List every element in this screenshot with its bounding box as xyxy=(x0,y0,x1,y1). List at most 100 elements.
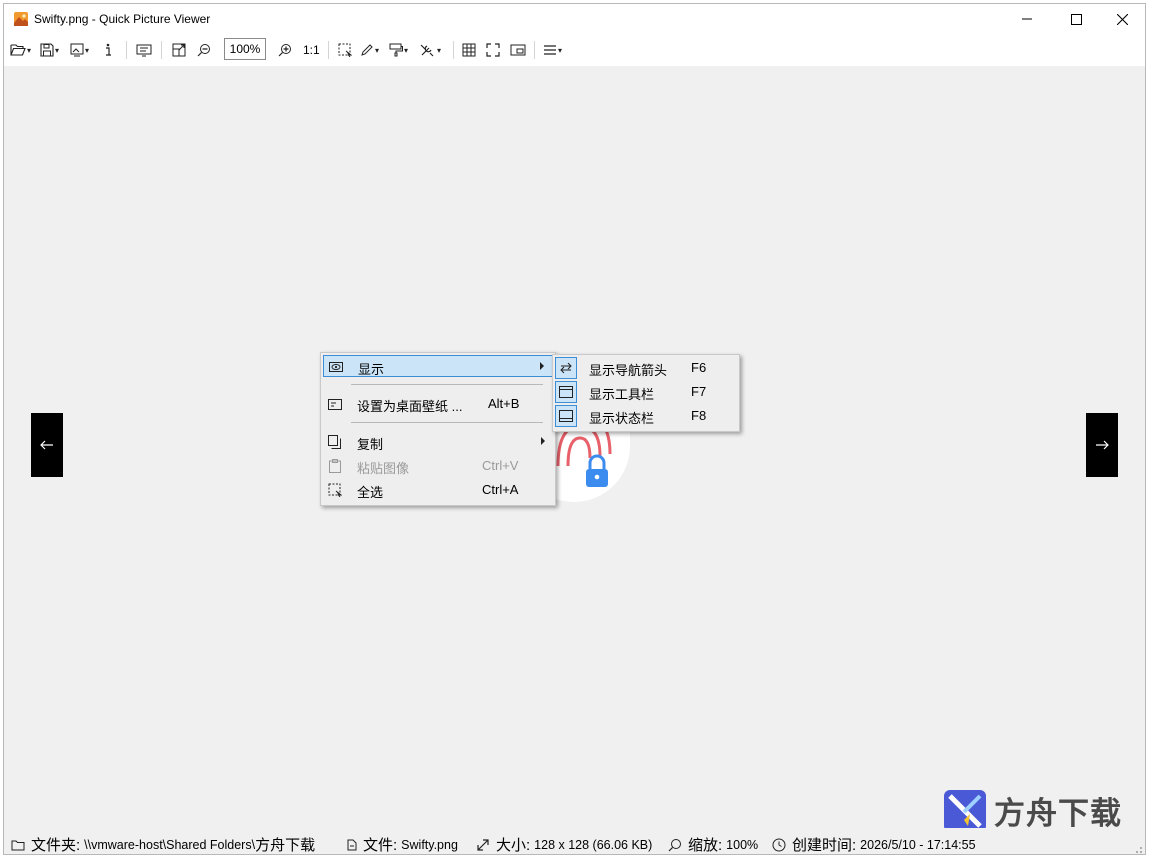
close-icon xyxy=(1116,13,1128,25)
select-all-icon xyxy=(327,482,343,498)
window-title: Swifty.png - Quick Picture Viewer xyxy=(34,12,211,26)
slideshow-icon xyxy=(136,44,152,57)
menu-separator xyxy=(351,384,543,385)
select-icon xyxy=(338,43,352,57)
wallpaper-button[interactable]: ▾ xyxy=(70,40,89,60)
resize-icon xyxy=(477,838,489,851)
status-folder[interactable]: 文件夹: \\vmware-host\Shared Folders\ 方舟下载 xyxy=(11,834,316,854)
maximize-button[interactable] xyxy=(1053,4,1099,34)
menu-item-label: 显示状态栏 xyxy=(589,411,655,426)
menu-item-copy[interactable]: 复制 xyxy=(323,431,553,453)
open-folder-icon xyxy=(10,44,26,56)
status-folder-label: 文件夹: xyxy=(31,837,81,854)
zoom-out-button[interactable] xyxy=(197,40,211,60)
submenu-item-show-toolbar[interactable]: 显示工具栏 F7 xyxy=(579,381,737,403)
picture-in-picture-icon xyxy=(510,44,526,56)
menu-item-label: 显示导航箭头 xyxy=(589,363,668,378)
swap-arrows-icon xyxy=(555,357,577,379)
close-button[interactable] xyxy=(1099,4,1145,34)
menu-button[interactable]: ▾ xyxy=(543,40,562,60)
menu-item-label: 复制 xyxy=(357,437,384,452)
open-button[interactable]: ▾ xyxy=(10,40,31,60)
status-created-label: 创建时间: xyxy=(792,837,857,854)
fit-icon xyxy=(172,43,186,57)
menu-icon xyxy=(544,45,556,55)
submenu-item-show-statusbar[interactable]: 显示状态栏 F8 xyxy=(579,405,737,427)
copy-icon xyxy=(327,434,343,450)
actual-size-button[interactable]: 1:1 xyxy=(303,43,320,57)
status-size-label: 大小: xyxy=(496,837,531,854)
fullscreen-button[interactable] xyxy=(486,40,500,60)
toolbar-window-icon xyxy=(555,381,577,403)
app-window: Swifty.png - Quick Picture Viewer ▾ ▾ ▾ xyxy=(3,3,1146,855)
previous-image-button[interactable] xyxy=(31,413,63,477)
menu-item-paste-image[interactable]: 粘贴图像 Ctrl+V xyxy=(323,455,553,477)
status-zoom-value: 100% xyxy=(726,837,759,852)
menu-item-label: 显示 xyxy=(358,362,385,377)
paint-icon xyxy=(389,43,403,57)
wallpaper-icon xyxy=(327,396,343,412)
eye-icon xyxy=(328,359,344,375)
resize-grip-icon[interactable] xyxy=(1133,844,1143,854)
picture-in-picture-button[interactable] xyxy=(510,40,526,60)
minimize-icon xyxy=(1022,18,1032,20)
folder-icon xyxy=(11,840,25,850)
tools-button[interactable]: ▾ xyxy=(420,40,441,60)
info-icon xyxy=(106,43,111,56)
tools-icon xyxy=(420,44,434,57)
zoom-in-icon xyxy=(278,44,291,57)
menu-item-label: 设置为桌面壁纸 ... xyxy=(357,399,463,414)
menu-item-shortcut: Ctrl+A xyxy=(482,482,519,497)
status-created[interactable]: 创建时间: 2026/5/10 - 17:14:55 xyxy=(772,834,976,854)
status-size[interactable]: 大小: 128 x 128 (66.06 KB) xyxy=(476,834,653,854)
menu-item-select-all[interactable]: 全选 Ctrl+A xyxy=(323,479,553,501)
submenu-item-show-nav-arrows[interactable]: 显示导航箭头 F6 xyxy=(579,357,737,379)
grid-icon xyxy=(462,43,476,57)
zoom-input[interactable]: 100% xyxy=(224,38,266,60)
watermark-text: 方舟下载 xyxy=(994,796,1122,831)
menu-item-set-wallpaper[interactable]: 设置为桌面壁纸 ... Alt+B xyxy=(323,393,553,415)
menu-item-display[interactable]: 显示 xyxy=(323,355,553,377)
arrow-left-icon xyxy=(40,440,53,450)
zoom-in-button[interactable] xyxy=(278,40,292,60)
minimize-button[interactable] xyxy=(1004,4,1050,34)
paint-button[interactable]: ▾ xyxy=(389,40,408,60)
select-button[interactable] xyxy=(338,40,352,60)
save-icon xyxy=(40,43,54,57)
menu-item-shortcut: Ctrl+V xyxy=(482,458,519,473)
fit-button[interactable] xyxy=(172,40,186,60)
grid-button[interactable] xyxy=(462,40,476,60)
menu-item-label: 全选 xyxy=(357,485,384,500)
info-button[interactable] xyxy=(103,40,113,60)
status-file-label: 文件: xyxy=(363,837,398,854)
status-folder-value: \\vmware-host\Shared Folders\ xyxy=(84,837,256,852)
watermark-logo-icon xyxy=(944,789,986,832)
toolbar-separator xyxy=(328,41,329,59)
statusbar-window-icon xyxy=(555,405,577,427)
menu-item-shortcut: F7 xyxy=(691,384,707,399)
menu-item-label: 显示工具栏 xyxy=(589,387,655,402)
status-bar: 文件夹: \\vmware-host\Shared Folders\ 方舟下载 … xyxy=(4,828,1145,854)
status-file[interactable]: 文件: Swifty.png xyxy=(347,834,458,854)
status-size-value: 128 x 128 (66.06 KB) xyxy=(534,837,653,852)
display-submenu: 显示导航箭头 F6 显示工具栏 F7 显示状态栏 F8 xyxy=(552,354,740,432)
paste-icon xyxy=(327,458,343,474)
save-button[interactable]: ▾ xyxy=(40,40,59,60)
next-image-button[interactable] xyxy=(1086,413,1118,477)
draw-button[interactable]: ▾ xyxy=(360,40,379,60)
site-watermark: 方舟下载 xyxy=(944,788,1122,833)
toolbar-separator xyxy=(453,41,454,59)
status-file-value: Swifty.png xyxy=(401,837,458,852)
toolbar-separator xyxy=(534,41,535,59)
status-zoom[interactable]: 缩放: 100% xyxy=(668,834,759,854)
status-folder-name: 方舟下载 xyxy=(255,837,316,854)
clock-icon xyxy=(772,838,786,851)
slideshow-button[interactable] xyxy=(136,40,152,60)
zoom-icon xyxy=(668,838,681,851)
menu-separator xyxy=(351,422,543,423)
status-zoom-label: 缩放: xyxy=(688,837,723,854)
toolbar-separator xyxy=(126,41,127,59)
arrow-right-icon xyxy=(1096,440,1109,450)
menu-item-shortcut: F6 xyxy=(691,360,707,375)
context-menu: 显示 设置为桌面壁纸 ... Alt+B 复制 粘贴图像 Ctrl+V 全选 C… xyxy=(320,352,556,506)
